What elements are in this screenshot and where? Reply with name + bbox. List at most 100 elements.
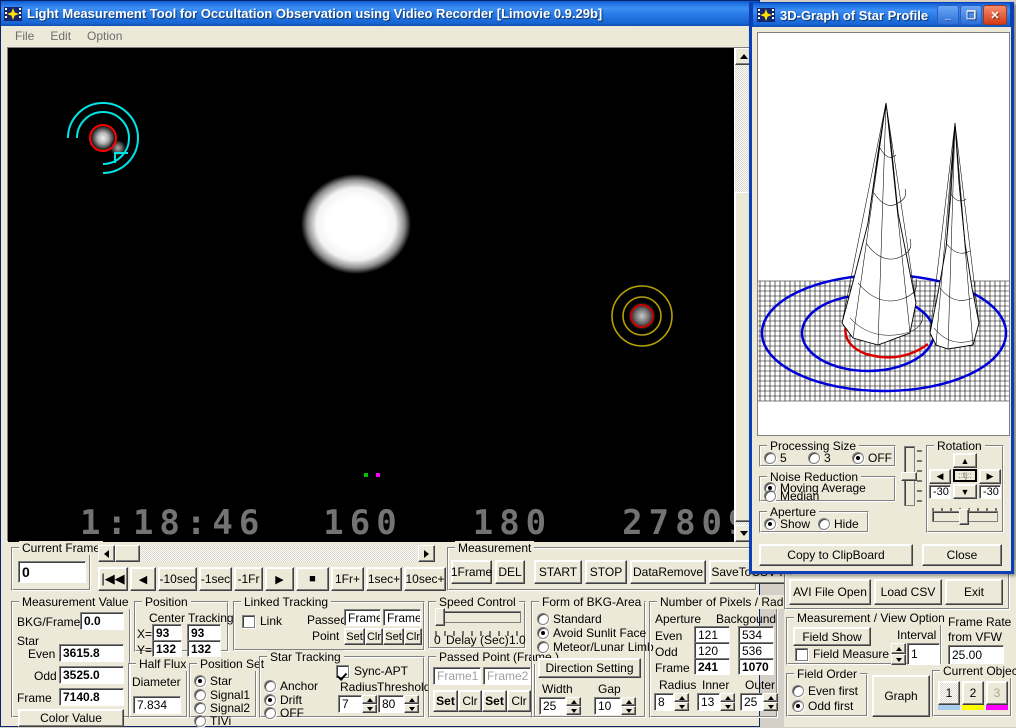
frame-scroll-track[interactable]	[115, 545, 418, 562]
even-value[interactable]: 3615.8	[59, 644, 124, 662]
rewind-button[interactable]: |◀◀	[98, 567, 128, 591]
half-flux-value[interactable]: 7.834	[133, 696, 181, 714]
speed-slider-track[interactable]	[435, 611, 521, 623]
width-spinner[interactable]	[566, 697, 581, 715]
gap-spin-up[interactable]	[621, 697, 636, 706]
linked-frame1-field[interactable]: Frame1	[344, 609, 381, 626]
frame-position-scrollbar[interactable]	[98, 545, 435, 562]
graph-aperture-option-show[interactable]: Show	[764, 517, 810, 531]
passed-clr2-button[interactable]: Clr	[507, 690, 531, 712]
frame-scroll-left-button[interactable]	[98, 545, 115, 562]
width-input[interactable]: 25	[539, 697, 566, 715]
rotate-left-button[interactable]: ◀	[929, 469, 951, 484]
aperture-radius-spin-down[interactable]	[674, 702, 689, 711]
width-spin-up[interactable]	[566, 697, 581, 706]
pixels-background-odd[interactable]: 536	[738, 642, 774, 659]
speed-slider-thumb[interactable]	[435, 608, 445, 626]
y-center-value[interactable]: 132	[152, 640, 182, 657]
gap-spinner[interactable]	[621, 697, 636, 715]
passed-set2-button[interactable]: Set	[482, 690, 507, 712]
pixels-background-frame[interactable]: 1070	[738, 658, 774, 675]
field-measure-checkbox[interactable]: Field Measure	[795, 647, 889, 661]
video-display-area[interactable]: 1:18:46 160 180 27809	[7, 47, 752, 542]
current-frame-input[interactable]: 0	[18, 561, 86, 583]
threshold-spin-down[interactable]	[404, 704, 419, 713]
linked-set2-button[interactable]: Set	[383, 628, 404, 645]
aperture-radius-spinner[interactable]	[674, 693, 689, 711]
position-set-option-tivi[interactable]: TIVi	[194, 714, 231, 728]
passed-frame1-field[interactable]: Frame1	[433, 667, 481, 685]
star-tracking-option-anchor[interactable]: Anchor	[264, 679, 318, 693]
pixels-aperture-frame[interactable]: 241	[694, 658, 730, 675]
processing-size-option-off[interactable]: OFF	[852, 451, 892, 465]
rotation-value-right[interactable]: -30	[979, 485, 1001, 499]
passed-clr1-button[interactable]: Clr	[458, 690, 482, 712]
start-button[interactable]: START	[534, 560, 582, 584]
x-center-value[interactable]: 93	[152, 624, 182, 641]
star-profile-3d-plot[interactable]	[757, 32, 1010, 436]
graph-aperture-option-hide[interactable]: Hide	[818, 517, 859, 531]
processing-size-option-3[interactable]: 3	[808, 451, 831, 465]
pixels-aperture-odd[interactable]: 120	[694, 642, 730, 659]
color-value-button[interactable]: Color Value	[18, 709, 124, 727]
bkg-option-standard[interactable]: Standard	[537, 612, 602, 626]
current-object-button-3[interactable]: 3	[986, 681, 1008, 710]
radius-input[interactable]: 7	[338, 695, 362, 713]
outer-radius-spin-up[interactable]	[763, 693, 778, 702]
rotate-right-button[interactable]: ▶	[979, 469, 1001, 484]
minus-1fr-button[interactable]: -1Fr	[234, 567, 263, 591]
radius-spin-up[interactable]	[362, 695, 377, 704]
minus-10sec-button[interactable]: -10sec	[158, 567, 197, 591]
passed-frame2-field[interactable]: Frame2	[483, 667, 531, 685]
video-canvas[interactable]: 1:18:46 160 180 27809	[8, 48, 736, 542]
bkg-option-avoid-sunlit-face[interactable]: Avoid Sunlit Face	[537, 626, 646, 640]
passed-set1-button[interactable]: Set	[433, 690, 458, 712]
height-scale-thumb[interactable]	[901, 472, 917, 481]
plus-10sec-button[interactable]: 10sec+	[404, 567, 446, 591]
radius-spinner[interactable]	[362, 695, 377, 713]
rotate-down-button[interactable]: ▼	[953, 484, 977, 499]
data-remove-button[interactable]: DataRemove	[630, 560, 706, 584]
load-csv-button[interactable]: Load CSV	[874, 579, 942, 605]
field-show-button[interactable]: Field Show	[793, 627, 871, 646]
plus-1sec-button[interactable]: 1sec+	[366, 567, 402, 591]
radius-spin-down[interactable]	[362, 704, 377, 713]
step-back-button[interactable]: ◀	[130, 567, 156, 591]
avi-file-open-button[interactable]: AVI File Open	[789, 579, 871, 605]
x-tracking-value[interactable]: 93	[187, 624, 221, 641]
inner-radius-spinner[interactable]	[720, 693, 735, 711]
maximize-button[interactable]: ❐	[960, 5, 982, 25]
copy-to-clipboard-button[interactable]: Copy to ClipBoard	[759, 544, 913, 566]
linked-set1-button[interactable]: Set	[344, 628, 365, 645]
play-button[interactable]: ▶	[265, 567, 294, 591]
field-order-option-odd-first[interactable]: Odd first	[792, 699, 853, 713]
menu-item-file[interactable]: File	[7, 28, 42, 44]
pixels-aperture-even[interactable]: 121	[694, 626, 730, 643]
current-object-button-1[interactable]: 1	[938, 681, 960, 710]
inner-radius-spin-down[interactable]	[720, 702, 735, 711]
position-set-option-signal1[interactable]: Signal1	[194, 688, 250, 702]
height-scale-slider[interactable]	[901, 446, 923, 506]
minus-1sec-button[interactable]: -1sec	[199, 567, 232, 591]
interval-spin-up[interactable]	[891, 643, 906, 654]
aperture-radius-spin-up[interactable]	[674, 693, 689, 702]
menu-item-edit[interactable]: Edit	[42, 28, 79, 44]
interval-spinner[interactable]	[891, 643, 906, 665]
rotation-value-left[interactable]: -30	[929, 485, 951, 499]
threshold-spinner[interactable]	[404, 695, 419, 713]
noise-reduction-option-median[interactable]: Median	[764, 489, 819, 503]
inner-radius-input[interactable]: 13	[697, 693, 720, 711]
close-icon[interactable]: ✕	[983, 5, 1007, 25]
field-order-option-even-first[interactable]: Even first	[792, 684, 858, 698]
exit-button[interactable]: Exit	[945, 579, 1003, 605]
interval-spin-down[interactable]	[891, 654, 906, 665]
gap-spin-down[interactable]	[621, 706, 636, 715]
frame-scroll-thumb[interactable]	[115, 545, 140, 562]
close-graph-button[interactable]: Close	[922, 544, 1002, 566]
frame-rate-value[interactable]: 25.00	[948, 645, 1004, 665]
stop-playback-button[interactable]: ■	[296, 567, 329, 591]
aperture-radius-input[interactable]: 8	[654, 693, 674, 711]
outer-radius-input[interactable]: 25	[740, 693, 763, 711]
position-set-option-star[interactable]: Star	[194, 674, 232, 688]
frame-scroll-right-button[interactable]	[418, 545, 435, 562]
